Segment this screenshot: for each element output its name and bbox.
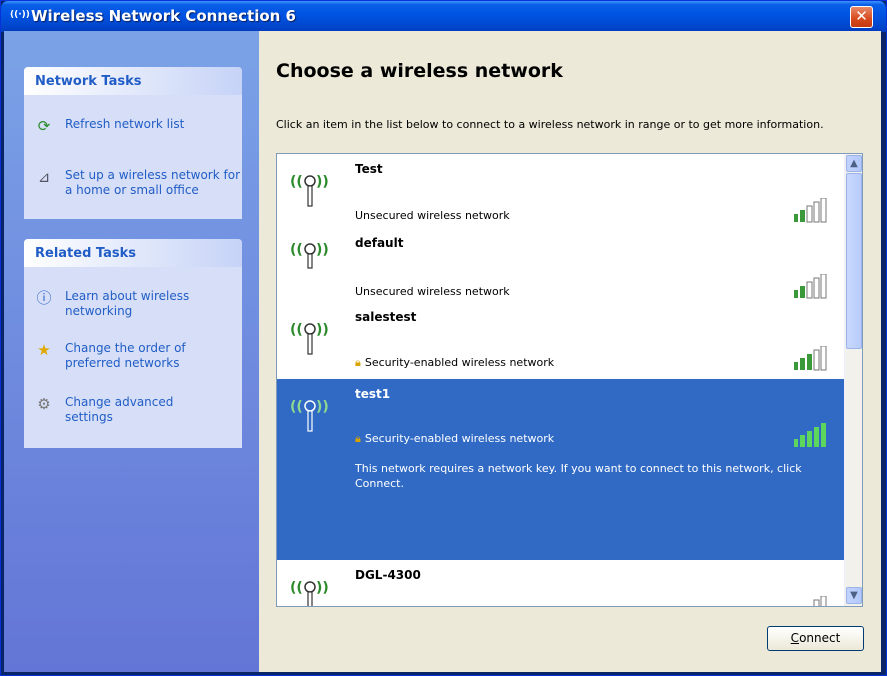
network-security-line: 🔒︎ Security-enabled wireless network — [355, 356, 554, 370]
svg-text:((: (( — [290, 174, 303, 190]
chevron-up-icon: ▲ — [850, 158, 858, 169]
settings-icon: ⚙ — [37, 395, 51, 413]
network-tasks-header[interactable]: Network Tasks — [24, 67, 242, 95]
antenna-icon: (( )) — [290, 580, 329, 606]
task-label: Refresh network list — [65, 117, 185, 131]
related-tasks-panel: Related Tasks ⓘ Learn about wireless net… — [24, 239, 242, 448]
info-icon: ⓘ — [36, 289, 52, 307]
network-name: DGL-4300 — [355, 568, 421, 582]
network-item[interactable]: (( )) default Unsecured wireless network — [277, 228, 844, 302]
task-label: Change the order of preferred networks — [65, 341, 186, 370]
network-list[interactable]: (( )) Test Unsecured wireless network ((… — [276, 153, 863, 607]
antenna-icon: (( )) — [290, 242, 329, 269]
signal-strength-icon — [794, 198, 827, 223]
related-tasks-header[interactable]: Related Tasks — [24, 239, 242, 267]
connect-label-rest: onnect — [799, 631, 841, 645]
task-label: Change advanced settings — [65, 395, 174, 424]
svg-text:)): )) — [316, 580, 329, 596]
svg-text:((: (( — [290, 580, 303, 596]
antenna-icon: (( )) — [290, 322, 329, 355]
close-icon: ✕ — [855, 7, 868, 25]
svg-text:)): )) — [316, 399, 329, 415]
network-security: Unsecured wireless network — [355, 285, 510, 298]
svg-text:)): )) — [316, 322, 329, 338]
network-item[interactable]: (( )) salestest 🔒︎ Security-enabled wirel… — [277, 302, 844, 378]
network-description: This network requires a network key. If … — [355, 462, 802, 490]
network-tasks-panel: Network Tasks ⟳ Refresh network list ⊿ S… — [24, 67, 242, 219]
star-icon: ★ — [37, 341, 51, 359]
svg-text:)): )) — [316, 242, 329, 258]
list-scrollbar[interactable]: ▲ ▼ — [844, 154, 862, 606]
signal-strength-icon — [794, 274, 827, 299]
svg-text:((: (( — [290, 399, 303, 415]
svg-text:((: (( — [290, 242, 303, 258]
connect-accelerator: C — [790, 631, 800, 645]
intro-text: Click an item in the list below to conne… — [276, 118, 824, 131]
network-name: default — [355, 236, 404, 250]
network-item[interactable]: (( )) DGL-4300 — [277, 560, 844, 606]
window-title: Wireless Network Connection 6 — [31, 7, 296, 25]
scroll-down-button[interactable]: ▼ — [846, 587, 862, 604]
antenna-icon: (( )) — [290, 399, 329, 432]
network-item[interactable]: (( )) Test Unsecured wireless network — [277, 154, 844, 228]
svg-text:((: (( — [290, 322, 303, 338]
wireless-icon: ((·)) — [10, 10, 30, 20]
task-label: Learn about wireless networking — [65, 289, 190, 318]
network-item-selected[interactable]: (( )) test1 🔒︎ Security-enabled wireless … — [277, 379, 844, 560]
network-name: Test — [355, 162, 383, 176]
network-name: test1 — [355, 387, 391, 401]
svg-text:)): )) — [316, 174, 329, 190]
network-security: Security-enabled wireless network — [364, 356, 555, 369]
network-security: Unsecured wireless network — [355, 209, 510, 222]
refresh-icon: ⟳ — [37, 117, 51, 135]
page-title: Choose a wireless network — [276, 60, 563, 82]
connect-button[interactable]: Connect — [767, 626, 864, 651]
scroll-up-button[interactable]: ▲ — [846, 155, 862, 172]
signal-strength-icon — [794, 346, 827, 371]
close-button[interactable]: ✕ — [850, 6, 873, 28]
network-security: Security-enabled wireless network — [364, 432, 555, 445]
antenna-icon: (( )) — [290, 174, 329, 207]
chevron-down-icon: ▼ — [850, 590, 858, 601]
network-security-line: 🔒︎ Security-enabled wireless network — [355, 432, 554, 446]
task-label: Set up a wireless network for a home or … — [65, 168, 241, 197]
wireless-setup-icon: ⊿ — [37, 168, 51, 186]
network-name: salestest — [355, 310, 417, 324]
signal-strength-icon — [813, 596, 827, 606]
title-bar[interactable]: ((·)) Wireless Network Connection 6 ✕ — [1, 1, 886, 32]
lock-icon: 🔒︎ — [355, 432, 361, 445]
scroll-thumb[interactable] — [846, 173, 862, 349]
signal-strength-icon — [794, 423, 826, 447]
lock-icon: 🔒︎ — [355, 356, 361, 369]
